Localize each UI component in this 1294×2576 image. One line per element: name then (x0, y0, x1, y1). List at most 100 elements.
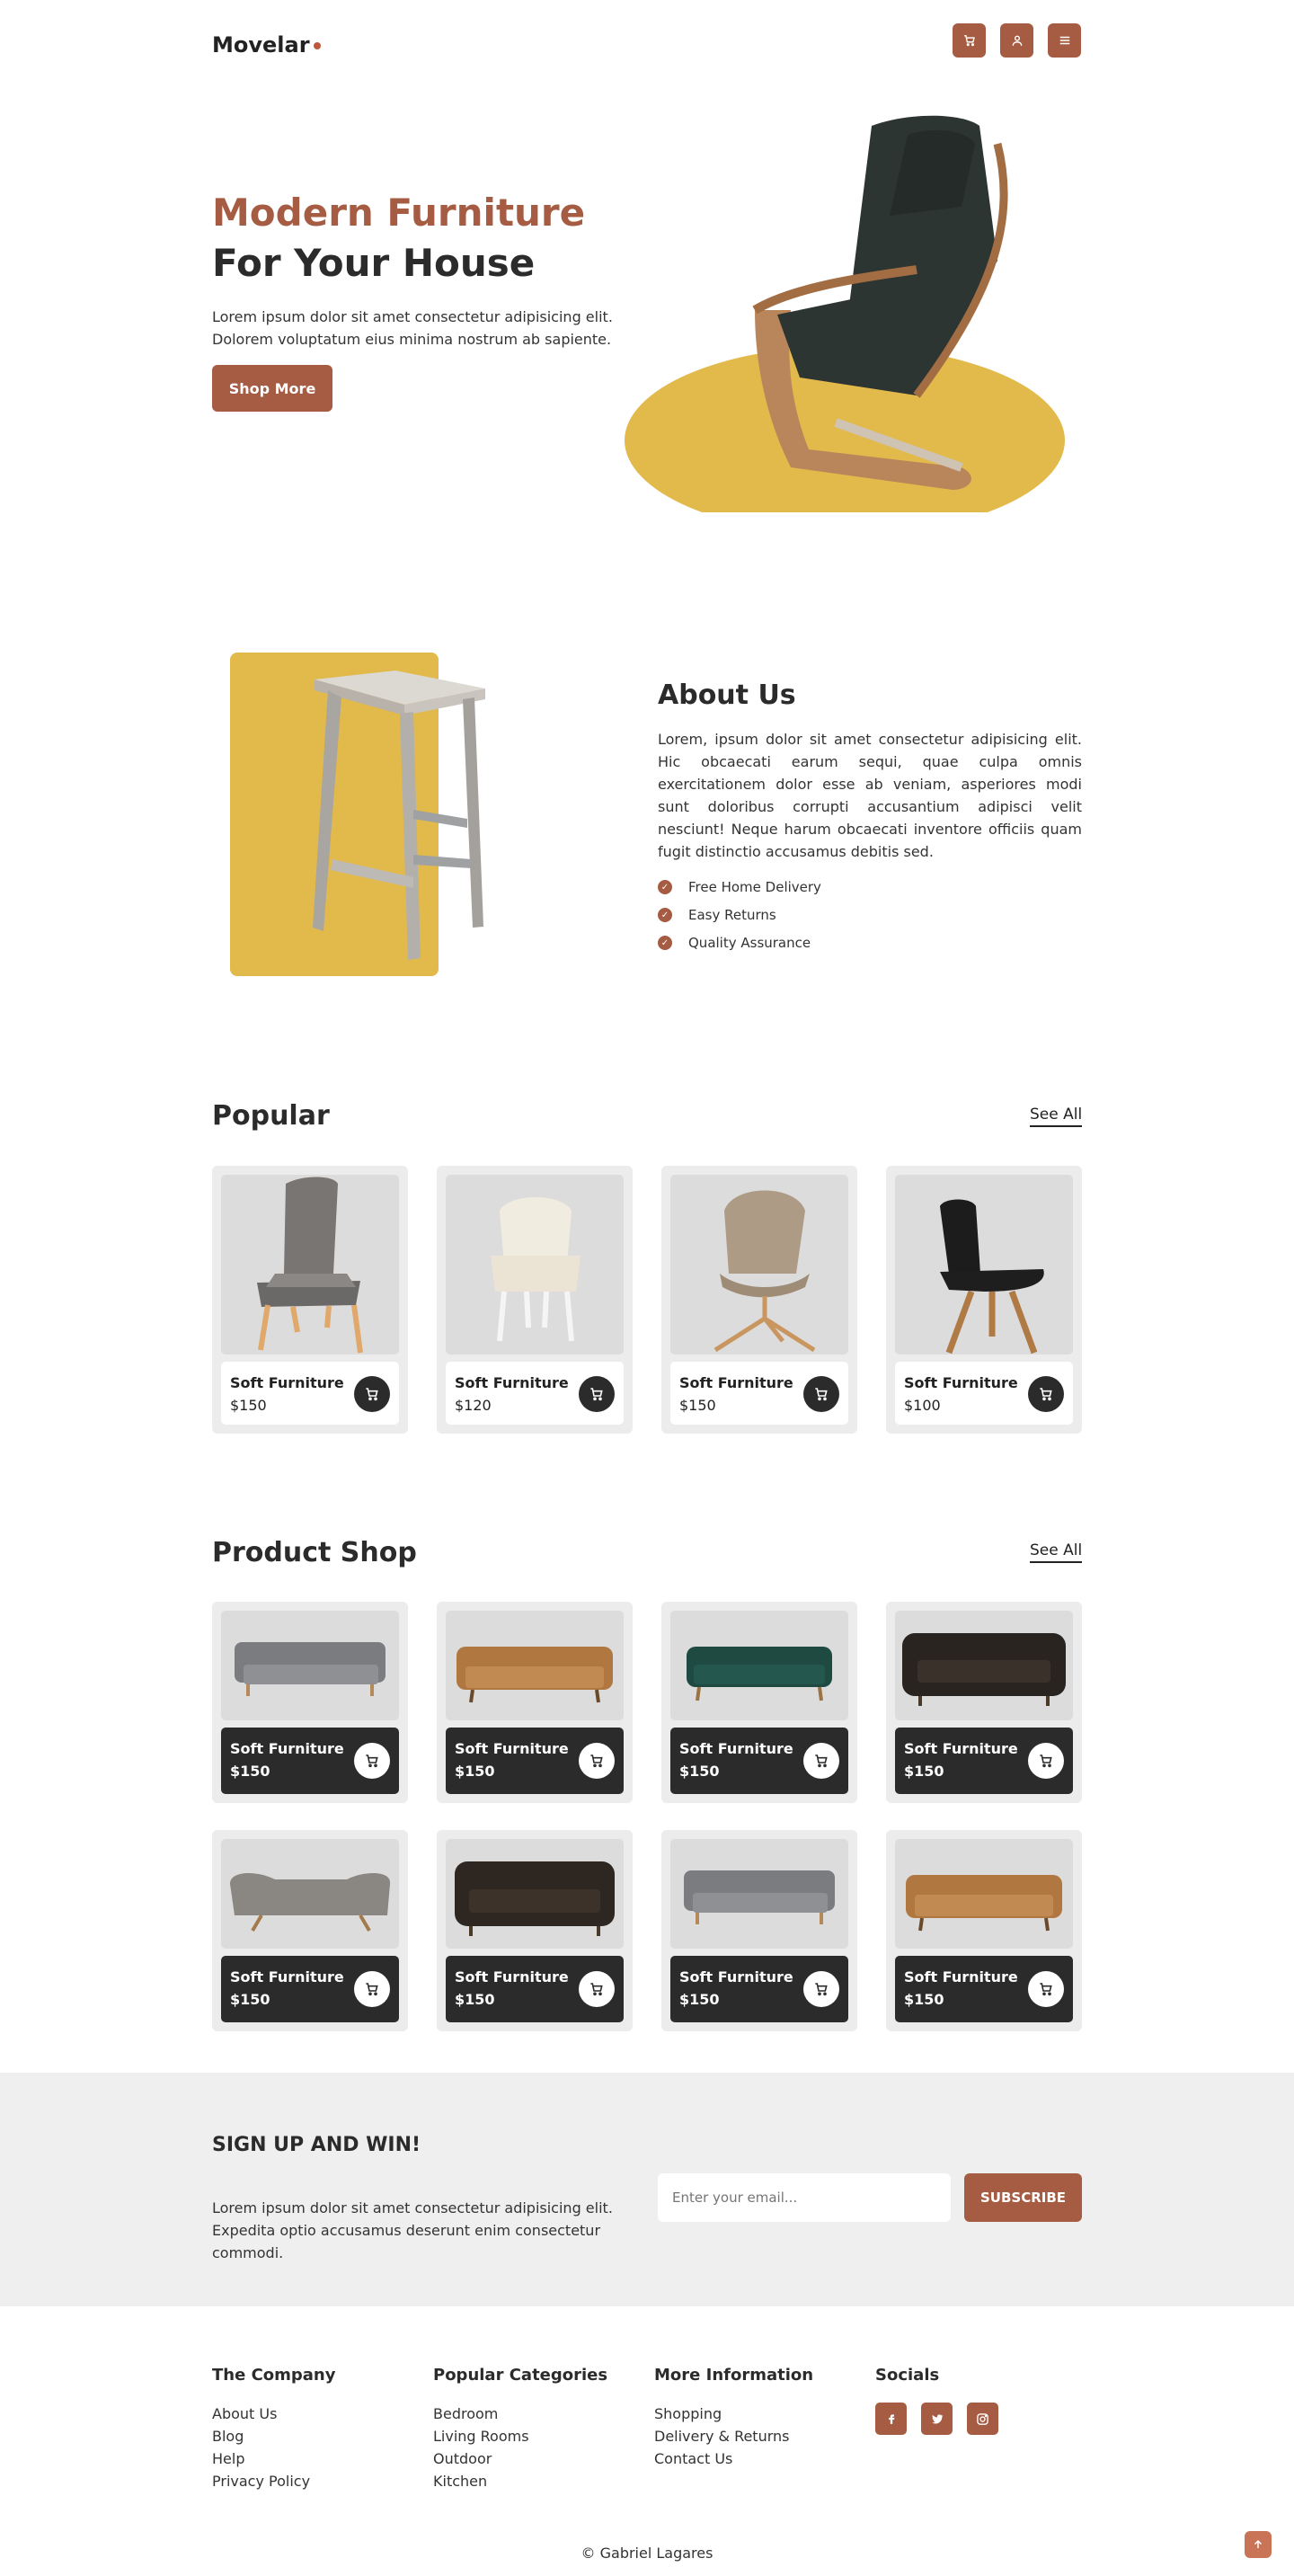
product-name: Soft Furniture (904, 1374, 1018, 1391)
cart-icon (1040, 1983, 1052, 1996)
product-info: Soft Furniture $150 (221, 1362, 399, 1425)
popular-card[interactable]: Soft Furniture $120 (437, 1166, 633, 1434)
product-name: Soft Furniture (455, 1968, 569, 1985)
product-info: Soft Furniture $150 (670, 1728, 848, 1794)
feature-label: Free Home Delivery (688, 879, 821, 895)
scroll-to-top-button[interactable] (1245, 2531, 1272, 2558)
footer-link-kitchen[interactable]: Kitchen (433, 2470, 607, 2492)
add-to-cart-button[interactable] (579, 1971, 615, 2007)
shop-card[interactable]: Soft Furniture $150 (886, 1602, 1082, 1803)
footer-heading: More Information (654, 2366, 814, 2385)
twitter-icon (932, 2413, 944, 2423)
footer-link-blog[interactable]: Blog (212, 2425, 335, 2447)
shop-card[interactable]: Soft Furniture $150 (212, 1830, 408, 2031)
feature-item: ✓ Quality Assurance (658, 935, 811, 951)
add-to-cart-button[interactable] (1028, 1743, 1064, 1779)
twitter-button[interactable] (921, 2403, 953, 2435)
add-to-cart-button[interactable] (579, 1376, 615, 1412)
popular-title: Popular (212, 1100, 330, 1132)
product-name: Soft Furniture (230, 1374, 344, 1391)
add-to-cart-button[interactable] (354, 1743, 390, 1779)
signup-description: Lorem ipsum dolor sit amet consectetur a… (212, 2199, 613, 2261)
feature-label: Easy Returns (688, 907, 776, 923)
shop-card[interactable]: Soft Furniture $150 (437, 1602, 633, 1803)
feature-label: Quality Assurance (688, 935, 811, 951)
subscribe-button[interactable]: SUBSCRIBE (964, 2173, 1082, 2222)
shop-card[interactable]: Soft Furniture $150 (661, 1830, 857, 2031)
product-image (446, 1175, 624, 1355)
product-price: $150 (230, 1763, 270, 1780)
footer-company: The Company About Us Blog Help Privacy P… (212, 2366, 335, 2492)
cart-button[interactable] (953, 23, 986, 58)
shop-see-all-link[interactable]: See All (1030, 1541, 1083, 1563)
shop-card[interactable]: Soft Furniture $150 (886, 1830, 1082, 2031)
product-info: Soft Furniture $120 (446, 1362, 624, 1425)
hero-title-accent: Modern Furniture (212, 191, 586, 235)
footer-link-help[interactable]: Help (212, 2447, 335, 2470)
popular-card[interactable]: Soft Furniture $150 (661, 1166, 857, 1434)
product-image (446, 1839, 624, 1949)
add-to-cart-button[interactable] (1028, 1971, 1064, 2007)
product-image (895, 1175, 1073, 1355)
facebook-button[interactable] (875, 2403, 907, 2435)
add-to-cart-button[interactable] (1028, 1376, 1064, 1412)
cart-icon (815, 1983, 828, 1996)
about-stool-image (313, 671, 485, 960)
product-image (670, 1611, 848, 1720)
product-info: Soft Furniture $150 (670, 1362, 848, 1425)
product-name: Soft Furniture (230, 1740, 344, 1757)
product-price: $150 (679, 1397, 716, 1414)
footer-link-contact[interactable]: Contact Us (654, 2447, 813, 2470)
cart-icon (963, 35, 975, 47)
shop-more-button[interactable]: Shop More (212, 365, 332, 412)
product-info: Soft Furniture $150 (895, 1956, 1073, 2022)
product-price: $150 (679, 1763, 720, 1780)
product-price: $150 (679, 1991, 720, 2008)
shop-card[interactable]: Soft Furniture $150 (437, 1830, 633, 2031)
cart-icon (366, 1388, 378, 1401)
facebook-icon (888, 2414, 894, 2424)
product-name: Soft Furniture (455, 1374, 569, 1391)
footer-link-shopping[interactable]: Shopping (654, 2403, 813, 2425)
popular-card[interactable]: Soft Furniture $100 (886, 1166, 1082, 1434)
instagram-button[interactable] (967, 2403, 998, 2435)
menu-button[interactable] (1048, 23, 1081, 58)
about-description: Lorem, ipsum dolor sit amet consectetur … (658, 731, 1082, 860)
footer-link-about[interactable]: About Us (212, 2403, 335, 2425)
copyright: © Gabriel Lagares (581, 2545, 713, 2562)
signup-section (0, 2073, 1294, 2306)
add-to-cart-button[interactable] (354, 1376, 390, 1412)
add-to-cart-button[interactable] (579, 1743, 615, 1779)
footer-categories: Popular Categories Bedroom Living Rooms … (433, 2366, 607, 2492)
popular-card[interactable]: Soft Furniture $150 (212, 1166, 408, 1434)
cart-icon (815, 1754, 828, 1768)
footer-link-outdoor[interactable]: Outdoor (433, 2447, 607, 2470)
product-shop-title: Product Shop (212, 1537, 417, 1568)
add-to-cart-button[interactable] (803, 1376, 839, 1412)
user-button[interactable] (1000, 23, 1033, 58)
feature-item: ✓ Easy Returns (658, 907, 776, 923)
email-field[interactable] (658, 2173, 951, 2222)
add-to-cart-button[interactable] (803, 1971, 839, 2007)
product-info: Soft Furniture $150 (446, 1956, 624, 2022)
footer-link-living-rooms[interactable]: Living Rooms (433, 2425, 607, 2447)
footer-info: More Information Shopping Delivery & Ret… (654, 2366, 813, 2470)
shop-card[interactable]: Soft Furniture $150 (212, 1602, 408, 1803)
add-to-cart-button[interactable] (354, 1971, 390, 2007)
shop-card[interactable]: Soft Furniture $150 (661, 1602, 857, 1803)
site-logo[interactable]: Movelar (212, 32, 321, 58)
arrow-up-icon (1254, 2539, 1263, 2548)
product-price: $150 (455, 1763, 495, 1780)
logo-text: Movelar (212, 32, 310, 58)
product-name: Soft Furniture (679, 1740, 793, 1757)
product-info: Soft Furniture $150 (670, 1956, 848, 2022)
footer-link-bedroom[interactable]: Bedroom (433, 2403, 607, 2425)
product-image (670, 1175, 848, 1355)
hero-title: For Your House (212, 241, 536, 285)
footer-link-delivery[interactable]: Delivery & Returns (654, 2425, 813, 2447)
footer-link-privacy[interactable]: Privacy Policy (212, 2470, 335, 2492)
add-to-cart-button[interactable] (803, 1743, 839, 1779)
product-price: $150 (455, 1991, 495, 2008)
popular-see-all-link[interactable]: See All (1030, 1106, 1083, 1127)
product-info: Soft Furniture $150 (221, 1956, 399, 2022)
